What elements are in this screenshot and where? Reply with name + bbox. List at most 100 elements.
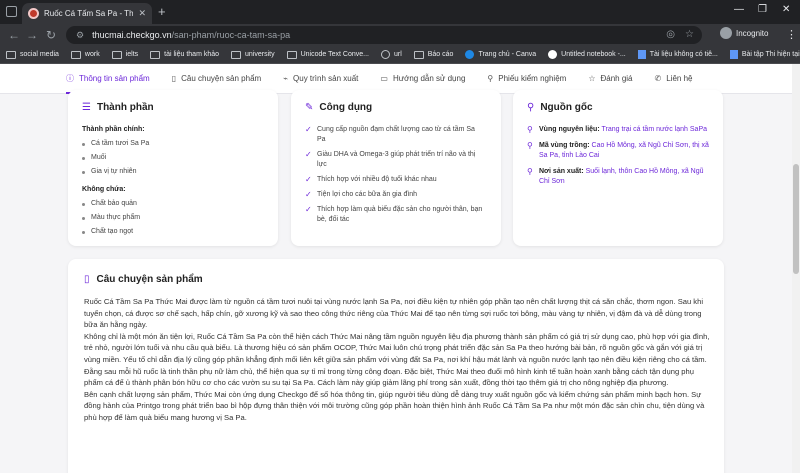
- uses-card: ✎ Công dụng Cung cấp nguồn đạm chất lượn…: [291, 90, 501, 246]
- site-info-icon[interactable]: ⚙: [76, 30, 84, 41]
- folder-icon: [70, 50, 81, 59]
- bookmark-item[interactable]: ielts: [111, 50, 138, 59]
- bookmark-item[interactable]: Bài tập Thi hiện tại t...: [729, 50, 800, 59]
- origin-row: ⚲ Nơi sản xuất: Suối lạnh, thôn Cao Hồ Mô…: [527, 167, 709, 187]
- list-icon: ☰: [82, 102, 91, 113]
- list-item: Giàu DHA và Omega-3 giúp phát triển trí …: [305, 150, 485, 170]
- tab-star[interactable]: ☆ Đánh giá: [588, 74, 632, 83]
- origin-label: Nơi sản xuất:: [539, 168, 584, 175]
- bookmark-star-icon[interactable]: ☆: [685, 29, 694, 40]
- origin-label: Mã vùng trồng:: [539, 142, 590, 149]
- book-icon: ▯: [171, 74, 177, 83]
- tab-test[interactable]: ⚲ Phiếu kiểm nghiệm: [487, 74, 566, 83]
- folder-icon: [6, 50, 16, 59]
- bookmark-label: social media: [20, 51, 59, 58]
- bookmark-item[interactable]: url: [380, 50, 402, 59]
- back-icon[interactable]: ←: [8, 28, 20, 42]
- bookmark-item[interactable]: social media: [6, 50, 59, 59]
- origin-value: Trang trại cá tầm nước lạnh SaPa: [601, 126, 708, 133]
- site-favicon-icon: [28, 8, 39, 19]
- tab-info[interactable]: ⓘ Thông tin sản phẩm: [66, 73, 150, 84]
- bookmark-label: url: [393, 51, 402, 58]
- list-item: Muối: [82, 151, 267, 165]
- excluded-list: Chất bảo quản Màu thực phẩm Chất tạo ngọt: [82, 197, 267, 239]
- folder-icon: [150, 50, 161, 59]
- excluded-label: Không chứa:: [82, 186, 126, 193]
- story-title: Câu chuyện sản phẩm: [96, 274, 203, 285]
- story-paragraph: Bên cạnh chất lượng sản phẩm, Thức Mai c…: [84, 389, 705, 422]
- restore-icon[interactable]: ❐: [758, 4, 767, 15]
- tab-label: Quy trình sản xuất: [293, 74, 359, 83]
- address-bar[interactable]: ⚙ thucmai.checkgo.vn/san-pham/ruoc-ca-ta…: [66, 26, 702, 44]
- tab-book[interactable]: ▯ Câu chuyện sản phẩm: [172, 74, 261, 83]
- tab-label: Câu chuyện sản phẩm: [181, 74, 262, 83]
- list-item: Màu thực phẩm: [82, 211, 267, 225]
- incognito-indicator[interactable]: Incognito: [720, 27, 768, 39]
- guide-icon: ▭: [380, 74, 388, 83]
- location-pin-icon: ⚲: [527, 141, 533, 150]
- list-item: Thích hợp với nhiều độ tuổi khác nhau: [305, 175, 485, 185]
- tab-process[interactable]: ⌁ Quy trình sản xuất: [283, 74, 358, 83]
- tab-close-icon[interactable]: ✕: [138, 8, 146, 19]
- bookmark-item[interactable]: university: [231, 50, 275, 59]
- folder-icon: [231, 50, 242, 59]
- minimize-icon[interactable]: —: [734, 4, 744, 15]
- page-scrollbar[interactable]: [792, 64, 800, 473]
- tab-label: Thông tin sản phẩm: [79, 74, 150, 83]
- bookmark-item[interactable]: Tài liệu không có tiê...: [637, 50, 718, 59]
- window-close-icon[interactable]: ✕: [782, 4, 790, 15]
- bookmark-label: Untitled notebook -...: [561, 51, 626, 58]
- star-icon: ☆: [588, 74, 596, 83]
- scrollbar-thumb[interactable]: [793, 164, 799, 274]
- bookmark-item[interactable]: tài liệu tham khảo: [150, 50, 220, 59]
- main-ingredients-label: Thành phần chính:: [82, 126, 145, 133]
- browser-toolbar: ← → ↻ ⚙ thucmai.checkgo.vn/san-pham/ruoc…: [0, 24, 800, 46]
- incognito-icon: [720, 27, 732, 39]
- book-icon: ▯: [84, 274, 90, 285]
- doc-icon: [637, 50, 646, 59]
- list-item: Chất tạo ngọt: [82, 225, 267, 239]
- forward-icon[interactable]: →: [26, 28, 38, 42]
- bookmark-label: Bài tập Thi hiện tại t...: [741, 51, 800, 58]
- page-content: ⓘ Thông tin sản phẩm ▯ Câu chuyện sản phẩm ⌁…: [0, 64, 792, 473]
- list-item: Gia vị tự nhiên: [82, 165, 267, 179]
- tab-label: Phiếu kiểm nghiệm: [498, 74, 567, 83]
- tab-guide[interactable]: ▭ Hướng dẫn sử dụng: [380, 74, 465, 83]
- location-pin-icon: ⚲: [527, 167, 533, 176]
- tab-phone[interactable]: ✆ Liên hệ: [655, 74, 693, 83]
- tab-search-icon[interactable]: [6, 6, 17, 17]
- eye-off-icon[interactable]: ◎: [666, 29, 675, 40]
- main-ingredients-list: Cá tầm tươi Sa Pa Muối Gia vị tự nhiên: [82, 137, 267, 179]
- info-icon: ⓘ: [66, 74, 74, 83]
- reload-icon[interactable]: ↻: [46, 28, 56, 42]
- colab-icon: [548, 50, 558, 59]
- phone-icon: ✆: [654, 74, 662, 83]
- canva-icon: [465, 50, 475, 59]
- bookmark-label: tài liệu tham khảo: [164, 51, 220, 58]
- process-icon: ⌁: [283, 74, 289, 83]
- pen-icon: ✎: [305, 102, 314, 113]
- bookmark-item[interactable]: Untitled notebook -...: [548, 50, 626, 59]
- folder-icon: [286, 50, 297, 59]
- story-paragraph: Không chỉ là một món ăn tiện lợi, Ruốc C…: [84, 331, 710, 364]
- location-pin-icon: ⚲: [527, 102, 535, 113]
- story-card: ▯ Câu chuyện sản phẩm Ruốc Cá Tầm Sa Pa …: [68, 259, 724, 473]
- origin-label: Vùng nguyên liệu:: [539, 126, 600, 133]
- bookmark-item[interactable]: work: [70, 50, 100, 59]
- bookmarks-bar: social media work ielts tài liệu tham khảo u…: [0, 46, 800, 64]
- list-item: Tiện lợi cho các bữa ăn gia đình: [305, 190, 485, 200]
- bookmark-label: work: [84, 51, 100, 58]
- new-tab-icon[interactable]: +: [158, 4, 166, 19]
- tab-title: Ruốc Cá Tấm Sa Pa - Thức Mai: [44, 9, 134, 18]
- bookmark-label: Tài liệu không có tiê...: [649, 51, 718, 58]
- bookmark-item[interactable]: Báo cáo: [413, 50, 453, 59]
- bookmark-item[interactable]: Unicode Text Conve...: [286, 50, 369, 59]
- bookmark-label: university: [245, 51, 275, 58]
- folder-icon: [413, 50, 424, 59]
- ingredients-card: ☰ Thành phần Thành phần chính: Cá tầm tư…: [68, 90, 278, 246]
- browser-tab[interactable]: Ruốc Cá Tấm Sa Pa - Thức Mai ✕: [22, 3, 152, 24]
- browser-menu-icon[interactable]: ⋮: [786, 28, 797, 41]
- bookmark-item[interactable]: Trang chủ - Canva: [465, 50, 536, 59]
- tab-label: Hướng dẫn sử dụng: [392, 74, 466, 83]
- list-item: Chất bảo quản: [82, 197, 267, 211]
